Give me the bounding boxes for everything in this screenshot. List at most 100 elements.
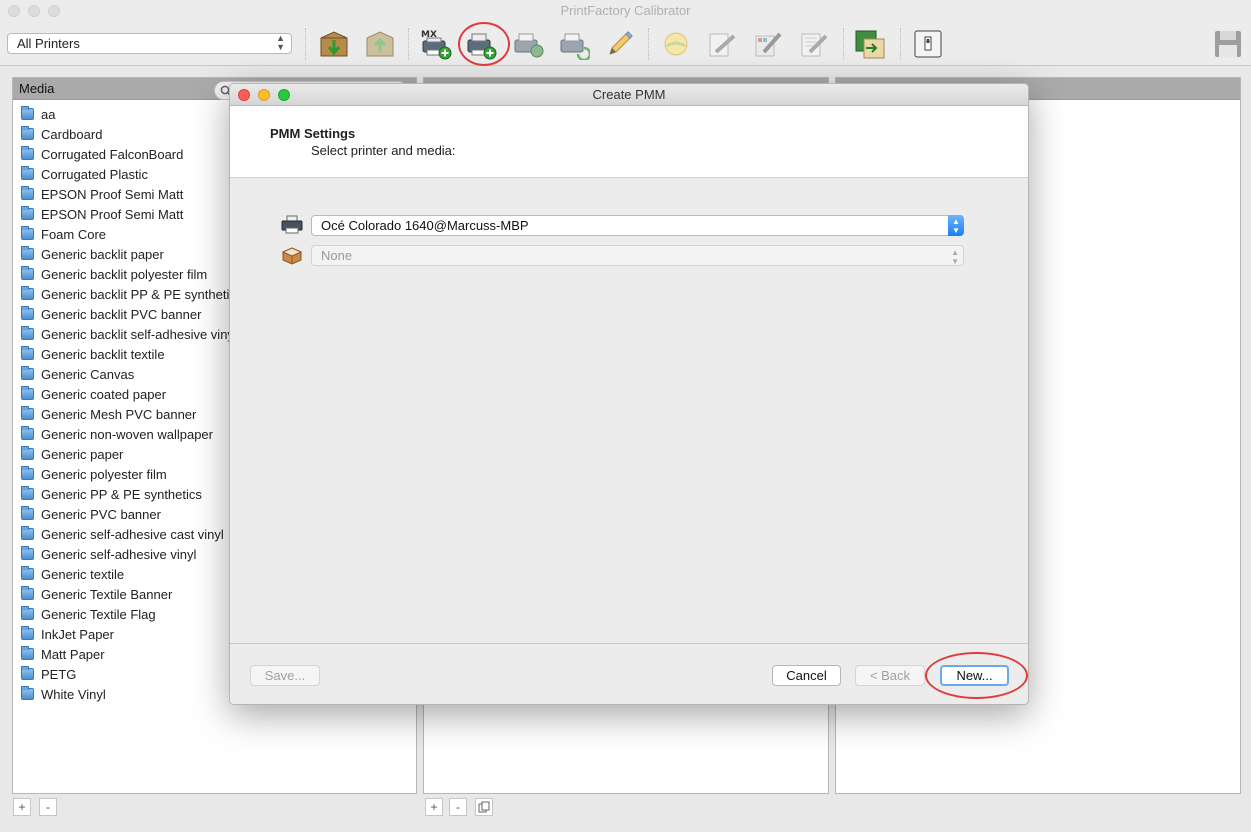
folder-icon — [21, 666, 34, 680]
remove-item-button[interactable]: - — [449, 798, 467, 816]
add-media-button[interactable]: + — [13, 798, 31, 816]
toolbar-separator — [648, 28, 649, 60]
media-item-label: Generic self-adhesive cast vinyl — [41, 527, 224, 542]
media-item-label: Generic Canvas — [41, 367, 135, 382]
printer-select-value: Océ Colorado 1640@Marcuss-MBP — [321, 218, 529, 233]
folder-icon — [21, 506, 34, 520]
mx-printer-add-icon[interactable]: MX — [420, 28, 452, 60]
export-icon[interactable] — [364, 28, 396, 60]
toolbar-separator — [843, 28, 844, 60]
pmm-settings-heading: PMM Settings — [270, 126, 356, 141]
toolbar-separator — [900, 28, 901, 60]
annotation-circle — [925, 652, 1028, 699]
folder-icon — [21, 286, 34, 300]
minimize-window-button[interactable] — [28, 5, 40, 17]
back-button[interactable]: < Back — [855, 665, 925, 686]
save-disk-icon[interactable] — [1212, 28, 1244, 60]
media-item-label: White Vinyl — [41, 687, 106, 702]
media-item-label: Corrugated Plastic — [41, 167, 148, 182]
folder-icon — [21, 606, 34, 620]
folder-icon — [21, 406, 34, 420]
folder-icon — [21, 686, 34, 700]
dialog-close-button[interactable] — [238, 89, 250, 101]
updown-arrows-icon: ▲ ▼ — [948, 215, 964, 236]
folder-icon — [21, 146, 34, 160]
updown-arrows-icon: ▲ ▼ — [276, 33, 285, 52]
updown-arrows-icon: ▲ ▼ — [951, 248, 959, 266]
measure-edit-icon[interactable] — [798, 28, 830, 60]
media-item-label: Generic textile — [41, 567, 125, 582]
folder-icon — [21, 426, 34, 440]
device-icon[interactable] — [912, 28, 944, 60]
folder-icon — [21, 386, 34, 400]
media-item-label: Matt Paper — [41, 647, 105, 662]
add-item-button[interactable]: + — [425, 798, 443, 816]
dialog-zoom-button[interactable] — [278, 89, 290, 101]
sun-icon[interactable] — [660, 28, 692, 60]
folder-icon — [21, 526, 34, 540]
folder-icon — [21, 586, 34, 600]
printer-settings-icon[interactable] — [512, 28, 544, 60]
import-icon[interactable] — [318, 28, 350, 60]
media-item-label: aa — [41, 107, 56, 122]
printer-filter-value: All Printers — [17, 36, 80, 51]
folder-icon — [21, 546, 34, 560]
dialog-footer: Save... Cancel < Back New... — [230, 643, 1028, 704]
media-item-label: Generic polyester film — [41, 467, 167, 482]
media-item-label: Cardboard — [41, 127, 103, 142]
duplicate-button[interactable] — [475, 798, 493, 816]
close-window-button[interactable] — [8, 5, 20, 17]
media-item-label: Generic backlit PP & PE synthetics — [41, 287, 243, 302]
toolbar-separator — [305, 28, 306, 60]
dialog-header: PMM Settings Select printer and media: — [230, 106, 1028, 178]
printer-filter-select[interactable]: All Printers ▲ ▼ — [7, 33, 292, 54]
pencil-icon[interactable] — [604, 28, 636, 60]
media-item-label: Generic backlit paper — [41, 247, 164, 262]
folder-icon — [21, 206, 34, 220]
media-item-label: Generic Textile Flag — [41, 607, 156, 622]
folder-icon — [21, 446, 34, 460]
media-item-label: Foam Core — [41, 227, 107, 242]
media-item-label: Generic PVC banner — [41, 507, 161, 522]
media-item-label: Corrugated FalconBoard — [41, 147, 184, 162]
folder-icon — [21, 626, 34, 640]
duplicate-icon — [478, 801, 490, 813]
cancel-button[interactable]: Cancel — [772, 665, 841, 686]
media-item-label: Generic Textile Banner — [41, 587, 173, 602]
media-header-label: Media — [19, 81, 55, 96]
dialog-titlebar: Create PMM — [230, 84, 1028, 106]
media-item-label: Generic paper — [41, 447, 124, 462]
media-item-label: EPSON Proof Semi Matt — [41, 207, 184, 222]
media-item-label: Generic self-adhesive vinyl — [41, 547, 197, 562]
media-item-label: Generic backlit PVC banner — [41, 307, 202, 322]
window-title: PrintFactory Calibrator — [560, 3, 691, 18]
remove-media-button[interactable]: - — [39, 798, 57, 816]
zoom-window-button[interactable] — [48, 5, 60, 17]
save-button[interactable]: Save... — [250, 665, 320, 686]
media-item-label: PETG — [41, 667, 77, 682]
measure-chart-icon[interactable] — [752, 28, 784, 60]
folder-icon — [21, 366, 34, 380]
printer-refresh-icon[interactable] — [558, 28, 590, 60]
spot-color-icon[interactable] — [854, 28, 886, 60]
printer-select[interactable]: Océ Colorado 1640@Marcuss-MBP ▲ ▼ — [311, 215, 964, 236]
printer-icon — [281, 215, 303, 234]
create-pmm-dialog: Create PMM PMM Settings Select printer a… — [229, 83, 1029, 705]
media-select-value: None — [321, 248, 353, 263]
media-item-label: Generic PP & PE synthetics — [41, 487, 202, 502]
folder-icon — [21, 266, 34, 280]
pmm-settings-subheading: Select printer and media: — [311, 143, 456, 158]
media-icon — [281, 247, 303, 265]
folder-icon — [21, 226, 34, 240]
media-select[interactable]: None ▲ ▼ — [311, 245, 964, 266]
media-item-label: InkJet Paper — [41, 627, 114, 642]
folder-icon — [21, 126, 34, 140]
media-item-label: Generic non-woven wallpaper — [41, 427, 213, 442]
dialog-minimize-button[interactable] — [258, 89, 270, 101]
media-item-label: Generic backlit textile — [41, 347, 165, 362]
folder-icon — [21, 346, 34, 360]
measure-icon[interactable] — [706, 28, 738, 60]
folder-icon — [21, 486, 34, 500]
window-titlebar: PrintFactory Calibrator — [0, 0, 1251, 22]
folder-icon — [21, 646, 34, 660]
